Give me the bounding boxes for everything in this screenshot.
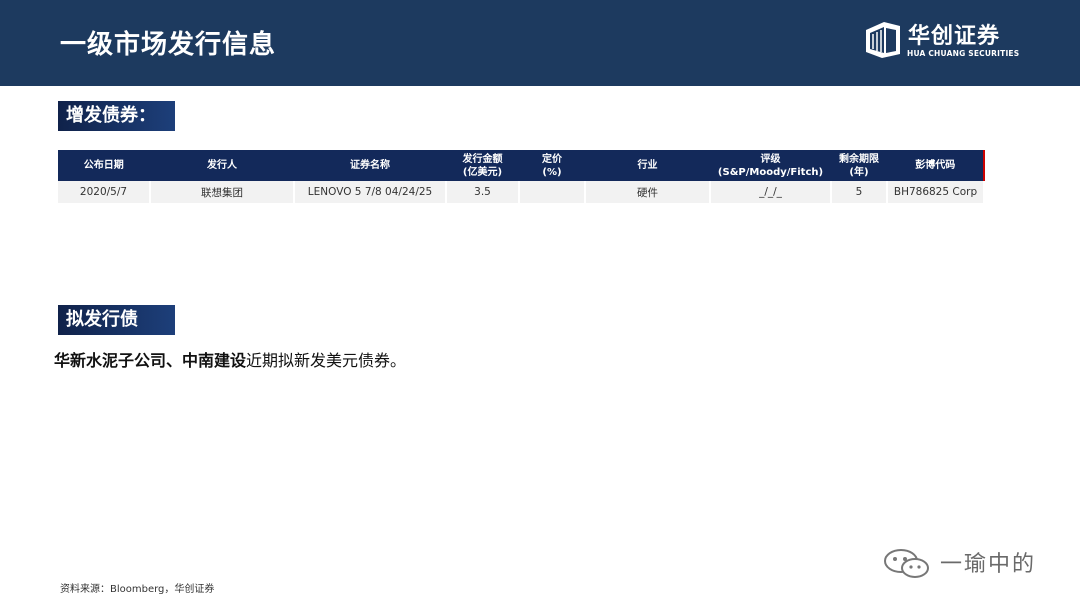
header-date: 公布日期 — [58, 150, 151, 181]
table-row: 2020/5/7 联想集团 LENOVO 5 7/8 04/24/25 3.5 … — [58, 181, 985, 203]
header-pricing: 定价 (%) — [519, 150, 586, 181]
wechat-icon — [884, 549, 929, 578]
logo-chinese-name: 华创证券 — [908, 24, 1001, 49]
bond-issue-table: 公布日期 发行人 证券名称 发行金额 (亿美元) 定价 (%) 行业 评级 (S&P/… — [58, 150, 985, 203]
table-header-row: 公布日期 发行人 证券名称 发行金额 (亿美元) 定价 (%) 行业 评级 (S&P/… — [58, 150, 985, 181]
cell-industry: 硬件 — [585, 181, 711, 203]
header-issuer: 发行人 — [150, 150, 295, 181]
header-security-name: 证券名称 — [294, 150, 447, 181]
logo-mark-icon — [866, 22, 900, 58]
cell-remaining-term: 5 — [831, 181, 888, 203]
wechat-watermark: 一瑜中的 — [882, 546, 1062, 580]
header-remaining-term: 剩余期限 (年) — [831, 150, 888, 181]
source-note: 资料来源：Bloomberg，华创证券 — [60, 584, 215, 595]
cell-date: 2020/5/7 — [58, 181, 151, 203]
header-bloomberg-code: 彭博代码 — [887, 150, 985, 181]
cell-pricing — [519, 181, 586, 203]
cell-issuer: 联想集团 — [150, 181, 295, 203]
header-rating: 评级 (S&P/Moody/Fitch) — [710, 150, 832, 181]
note-text: 近期拟新发美元债券。 — [246, 351, 407, 370]
header-industry: 行业 — [585, 150, 711, 181]
cell-security-name: LENOVO 5 7/8 04/24/25 — [294, 181, 447, 203]
company-logo: 华创证券 HUA CHUANG SECURITIES — [864, 18, 1024, 62]
header-bar: 一级市场发行信息 华创证券 HUA CHUANG SECURITIES — [0, 0, 1080, 86]
logo-english-name: HUA CHUANG SECURITIES — [907, 49, 1020, 58]
header-amount: 发行金额 (亿美元) — [446, 150, 520, 181]
cell-amount: 3.5 — [446, 181, 520, 203]
cell-bloomberg-code: BH786825 Corp — [887, 181, 985, 203]
cell-rating: _/_/_ — [710, 181, 832, 203]
section-label-new-issue: 增发债券： — [58, 101, 175, 131]
note-issuers: 华新水泥子公司、中南建设 — [54, 351, 247, 370]
section-label-planned: 拟发行债券： — [58, 305, 175, 360]
watermark-text: 一瑜中的 — [940, 552, 1037, 577]
page-title: 一级市场发行信息 — [60, 30, 277, 60]
planned-issue-note: 华新水泥子公司、中南建设近期拟新发美元债券。 — [54, 347, 406, 371]
